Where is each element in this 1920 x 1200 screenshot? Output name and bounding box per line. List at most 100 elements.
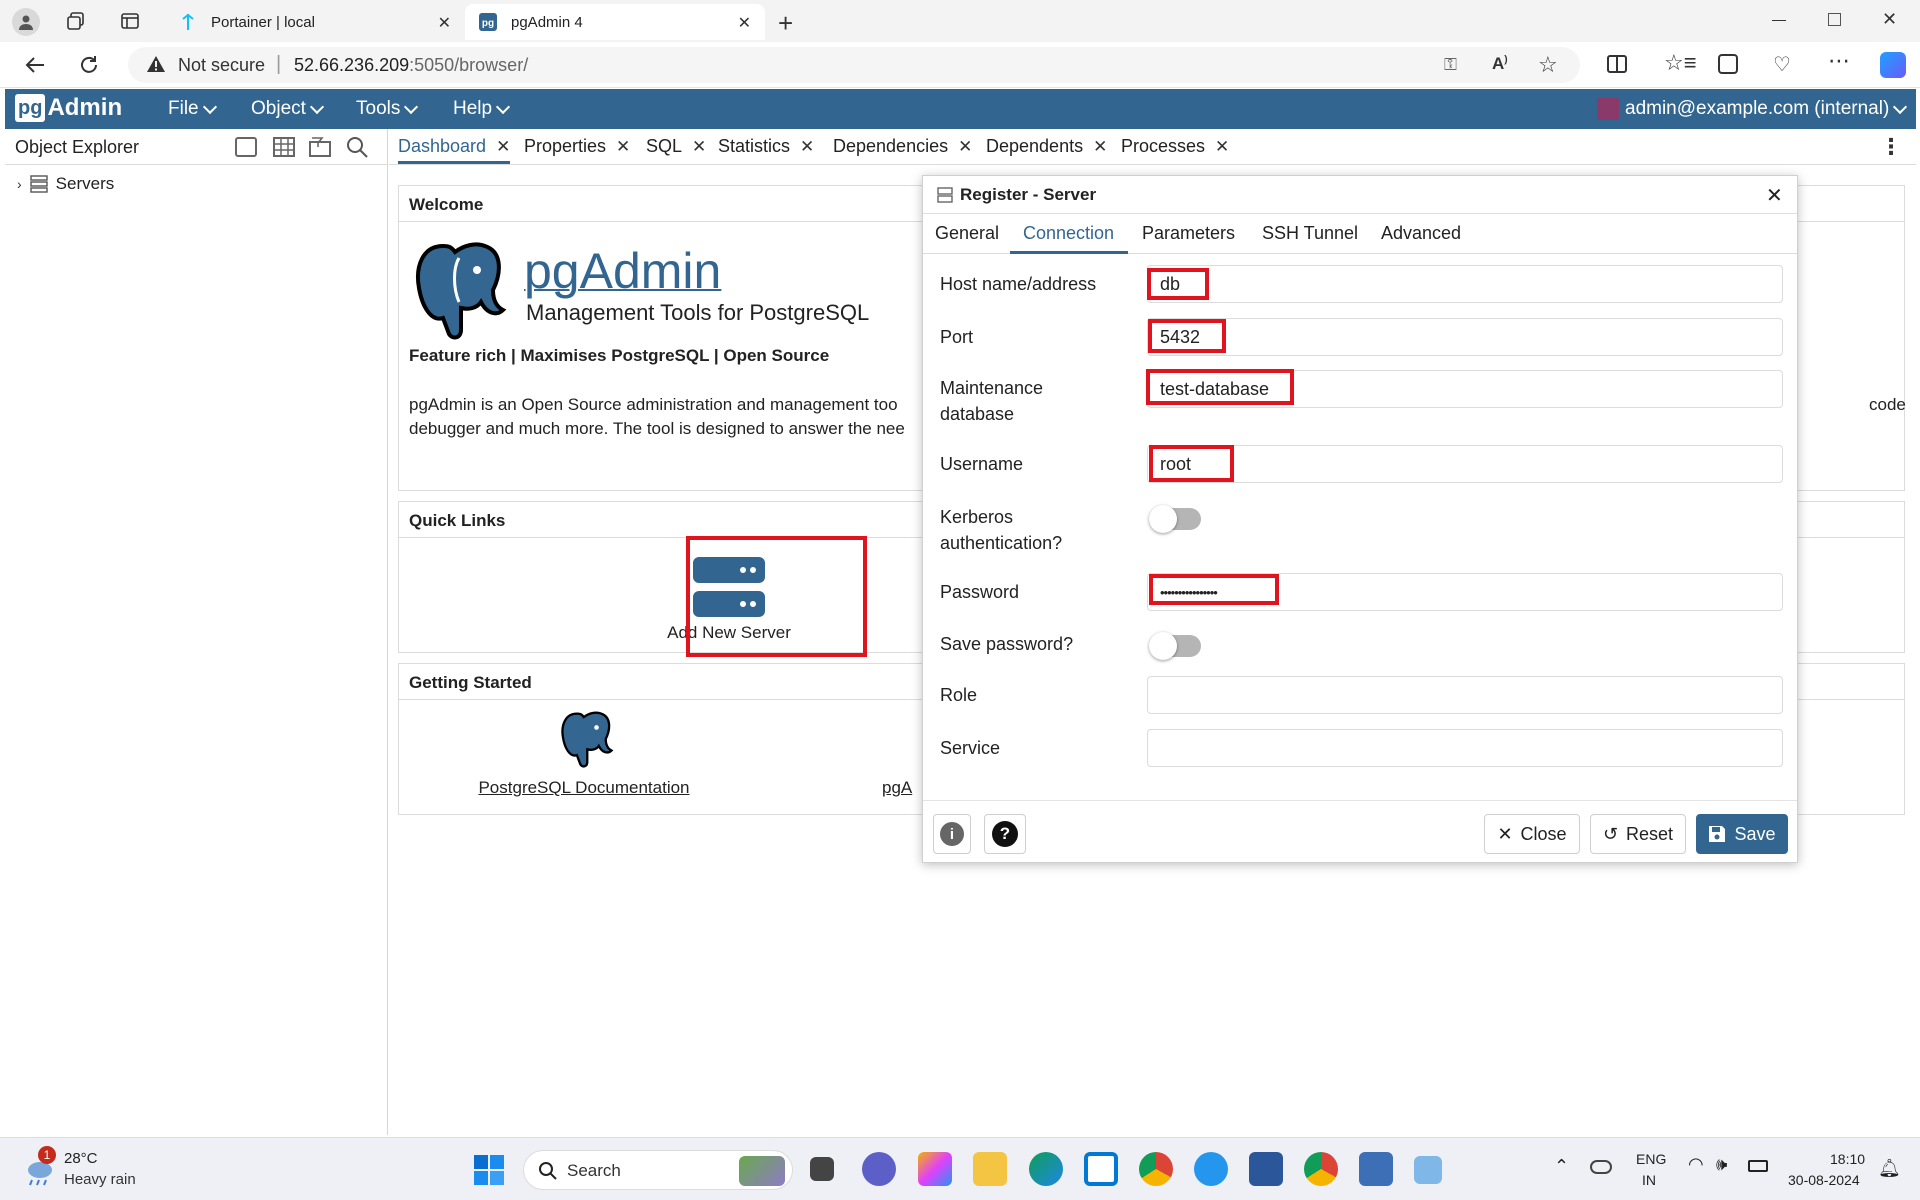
windows-icon (474, 1155, 504, 1185)
split-screen-icon[interactable] (1607, 55, 1627, 73)
browser-essentials-icon[interactable]: ♡ (1773, 52, 1791, 77)
favorites-icon[interactable]: ☆≡ (1664, 50, 1697, 76)
more-options-icon[interactable]: ⋯ (1828, 48, 1850, 74)
menu-file[interactable]: File (168, 98, 217, 120)
close-icon[interactable]: ✕ (496, 137, 510, 157)
tab-advanced[interactable]: Advanced (1381, 223, 1461, 244)
tab-dependencies[interactable]: Dependencies ✕ (833, 136, 972, 157)
tree-item-servers[interactable]: › Servers (17, 174, 114, 194)
tab-sql[interactable]: SQL ✕ (646, 136, 706, 157)
snipping-tool-icon[interactable] (1414, 1156, 1442, 1184)
kerberos-toggle[interactable] (1149, 505, 1201, 533)
kebab-menu-icon[interactable]: ⋮ (1880, 134, 1902, 160)
menu-object[interactable]: Object (251, 98, 324, 120)
new-tab-icon[interactable]: + (778, 8, 793, 39)
edge-icon[interactable] (1029, 1152, 1063, 1186)
tab-ssh-tunnel[interactable]: SSH Tunnel (1262, 223, 1358, 244)
close-tab-icon[interactable]: ✕ (438, 13, 451, 33)
filtered-rows-icon[interactable] (309, 137, 331, 157)
tab-dependents[interactable]: Dependents ✕ (986, 136, 1107, 157)
language-label-1[interactable]: ENG (1636, 1151, 1666, 1167)
view-data-icon[interactable] (273, 137, 295, 157)
browser-tab-portainer[interactable]: Portainer | local ✕ (165, 4, 465, 40)
word-icon[interactable] (1249, 1152, 1283, 1186)
service-input[interactable] (1147, 729, 1783, 767)
security-label[interactable]: Not secure (178, 55, 265, 76)
close-icon[interactable]: ✕ (800, 137, 814, 157)
copilot-icon[interactable] (1880, 52, 1906, 78)
chrome-icon[interactable] (1139, 1152, 1173, 1186)
onedrive-icon[interactable] (1590, 1160, 1612, 1174)
tab-connection[interactable]: Connection (1023, 223, 1114, 244)
close-icon[interactable]: ✕ (1093, 137, 1107, 157)
tab-parameters[interactable]: Parameters (1142, 223, 1235, 244)
browser-tab-pgadmin[interactable]: pg pgAdmin 4 ✕ (465, 4, 765, 40)
pgadmin-docs-link-partial[interactable]: pgA (882, 778, 912, 798)
object-explorer-title: Object Explorer (15, 137, 140, 157)
language-label-2[interactable]: IN (1642, 1172, 1656, 1188)
close-icon[interactable]: ✕ (1215, 137, 1229, 157)
tab-statistics[interactable]: Statistics ✕ (718, 136, 814, 157)
weather-widget[interactable]: 1 28°C Heavy rain (22, 1146, 152, 1194)
battery-icon[interactable] (1748, 1160, 1768, 1172)
warning-icon[interactable] (146, 55, 166, 73)
volume-icon[interactable]: 🕪 (1716, 1154, 1727, 1175)
close-icon[interactable]: ✕ (692, 137, 706, 157)
close-icon[interactable]: ✕ (1766, 183, 1783, 208)
close-tab-icon[interactable]: ✕ (738, 13, 751, 33)
refresh-icon[interactable] (78, 54, 100, 76)
tab-general[interactable]: General (935, 223, 999, 244)
query-tool-icon[interactable] (235, 137, 257, 157)
restore-window-icon[interactable] (1828, 13, 1841, 26)
browser-tab-strip: Portainer | local ✕ pg pgAdmin 4 ✕ + ✕ (0, 0, 1920, 42)
start-button[interactable] (474, 1155, 504, 1185)
close-icon[interactable]: ✕ (616, 137, 630, 157)
tab-actions-icon[interactable] (120, 11, 140, 31)
file-explorer-icon[interactable] (973, 1152, 1007, 1186)
teams-chat-icon[interactable] (862, 1152, 896, 1186)
close-button[interactable]: ✕ Close (1484, 814, 1580, 854)
tab-processes[interactable]: Processes ✕ (1121, 136, 1229, 157)
docker-icon[interactable] (1194, 1152, 1228, 1186)
save-password-toggle[interactable] (1149, 632, 1201, 660)
username-input[interactable]: root (1147, 445, 1783, 483)
copilot-app-icon[interactable] (918, 1152, 952, 1186)
network-app-icon[interactable] (1359, 1152, 1393, 1186)
tab-properties[interactable]: Properties ✕ (524, 136, 630, 157)
reset-button[interactable]: ↺ Reset (1590, 814, 1686, 854)
help-button[interactable]: ? (984, 814, 1026, 854)
chevron-right-icon[interactable]: › (17, 176, 22, 192)
wifi-icon[interactable]: ◠ (1688, 1154, 1704, 1175)
task-view-icon[interactable] (810, 1157, 834, 1181)
profile-icon[interactable] (12, 8, 40, 36)
clock-date[interactable]: 30-08-2024 (1788, 1172, 1860, 1188)
back-icon[interactable] (24, 54, 46, 76)
menu-tools[interactable]: Tools (356, 98, 419, 120)
info-button[interactable]: i (933, 814, 971, 854)
url-field[interactable]: Not secure | 52.66.236.209:5050/browser/… (128, 47, 1580, 83)
role-input[interactable] (1147, 676, 1783, 714)
clock-time[interactable]: 18:10 (1830, 1151, 1865, 1167)
favorite-star-icon[interactable]: ☆ (1538, 52, 1558, 78)
show-hidden-icons-icon[interactable]: ⌃ (1554, 1156, 1569, 1177)
tab-dashboard[interactable]: Dashboard ✕ (398, 136, 511, 164)
close-icon[interactable]: ✕ (958, 137, 972, 157)
search-objects-icon[interactable] (346, 136, 368, 158)
workspaces-icon[interactable] (66, 11, 86, 31)
collections-icon[interactable] (1718, 54, 1738, 74)
close-window-icon[interactable]: ✕ (1882, 9, 1897, 30)
chrome-profile-icon[interactable] (1304, 1152, 1338, 1186)
save-button[interactable]: Save (1696, 814, 1788, 854)
notifications-bell-icon[interactable]: 🔔︎ (1878, 1158, 1901, 1179)
key-icon[interactable]: ⚿ (1444, 55, 1457, 75)
minimize-window-icon[interactable] (1772, 20, 1786, 21)
vscode-icon[interactable] (1084, 1152, 1118, 1186)
user-menu[interactable]: admin@example.com (internal) (1597, 98, 1908, 120)
url-text[interactable]: 52.66.236.209:5050/browser/ (294, 55, 528, 76)
menu-help[interactable]: Help (453, 98, 511, 120)
taskbar-search[interactable]: Search (523, 1150, 793, 1190)
port-input[interactable]: 5432 (1147, 318, 1783, 356)
host-input[interactable]: db (1147, 265, 1783, 303)
read-aloud-icon[interactable]: A) (1492, 54, 1508, 74)
postgresql-docs-link[interactable]: PostgreSQL Documentation (459, 709, 709, 799)
